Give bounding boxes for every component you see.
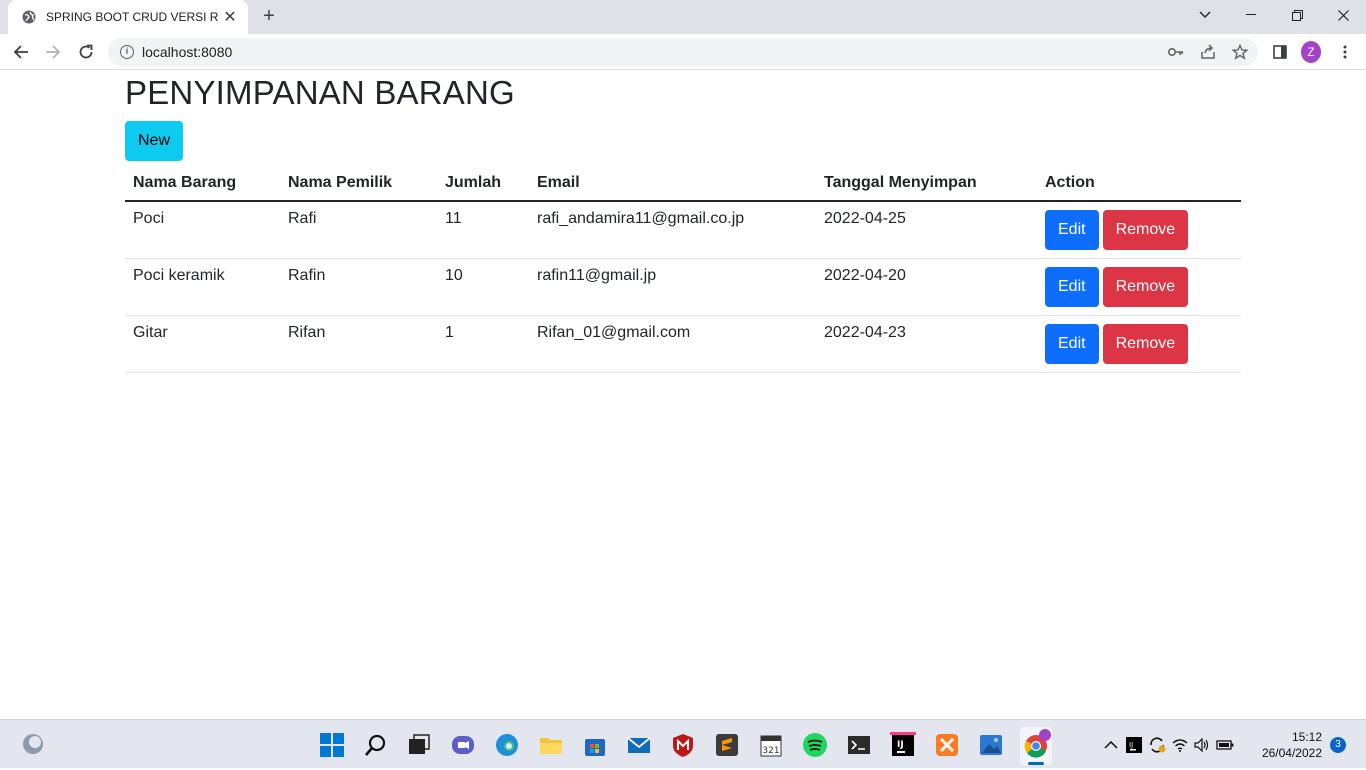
sync-icon[interactable] bbox=[1148, 736, 1172, 754]
cell-tanggal: 2022-04-20 bbox=[816, 258, 1037, 316]
mail-icon[interactable] bbox=[626, 732, 652, 758]
remove-button[interactable]: Remove bbox=[1102, 210, 1189, 250]
column-header: Jumlah bbox=[437, 167, 529, 202]
globe-icon bbox=[22, 10, 36, 24]
chrome-taskbar-icon[interactable] bbox=[1020, 727, 1052, 765]
remove-button[interactable]: Remove bbox=[1102, 267, 1189, 307]
cell-jumlah: 1 bbox=[437, 315, 529, 373]
side-panel-icon[interactable] bbox=[1270, 42, 1290, 62]
edge-icon[interactable] bbox=[494, 732, 520, 758]
task-view-icon[interactable] bbox=[406, 732, 432, 758]
address-bar[interactable]: i localhost:8080 bbox=[108, 38, 1258, 66]
cell-action: Edit Remove bbox=[1037, 315, 1241, 373]
site-info-icon[interactable]: i bbox=[120, 45, 134, 59]
close-window-icon[interactable] bbox=[1320, 0, 1366, 30]
store-icon[interactable] bbox=[582, 732, 608, 758]
cell-email: rafin11@gmail.jp bbox=[529, 258, 816, 316]
url-text: localhost:8080 bbox=[142, 44, 233, 60]
system-tray: IJ bbox=[1104, 720, 1238, 769]
menu-dots-icon[interactable] bbox=[1335, 42, 1355, 62]
page-title: PENYIMPANAN BARANG bbox=[125, 74, 515, 111]
cell-nama-barang: Gitar bbox=[125, 315, 280, 373]
battery-icon[interactable] bbox=[1216, 739, 1238, 751]
reload-icon[interactable] bbox=[73, 39, 99, 65]
terminal-icon[interactable] bbox=[846, 732, 872, 758]
volume-icon[interactable] bbox=[1194, 737, 1216, 752]
spotify-icon[interactable] bbox=[802, 732, 828, 758]
system-clock[interactable]: 15:12 26/04/2022 bbox=[1262, 729, 1322, 761]
intellij-tray-icon[interactable]: IJ bbox=[1126, 736, 1148, 753]
taskbar: 321 IJ IJ 15:12 26/04/2022 3 bbox=[0, 719, 1366, 768]
cell-jumlah: 10 bbox=[437, 258, 529, 316]
back-arrow-icon[interactable] bbox=[8, 39, 34, 65]
photos-icon[interactable] bbox=[978, 732, 1004, 758]
bookmark-star-icon[interactable] bbox=[1230, 42, 1250, 62]
column-header: Email bbox=[529, 167, 816, 202]
forward-arrow-icon[interactable] bbox=[40, 39, 66, 65]
clock-time: 15:12 bbox=[1291, 730, 1322, 744]
cell-nama-pemilik: Rafi bbox=[280, 201, 437, 259]
edit-button[interactable]: Edit bbox=[1045, 210, 1099, 250]
intellij-icon[interactable]: IJ bbox=[890, 732, 916, 758]
new-tab-button[interactable]: + bbox=[258, 6, 280, 28]
main-container: PENYIMPANAN BARANG New Nama Barang Nama … bbox=[125, 71, 1241, 373]
column-header: Nama Pemilik bbox=[280, 167, 437, 202]
new-button[interactable]: New bbox=[125, 121, 184, 161]
table-header-row: Nama Barang Nama Pemilik Jumlah Email Ta… bbox=[125, 167, 1241, 202]
search-icon[interactable] bbox=[363, 732, 389, 758]
key-icon[interactable] bbox=[1166, 42, 1186, 62]
svg-text:321: 321 bbox=[762, 746, 779, 756]
mcafee-icon[interactable] bbox=[670, 732, 696, 758]
wifi-icon[interactable] bbox=[1172, 738, 1194, 752]
column-header: Tanggal Menyimpan bbox=[816, 167, 1037, 202]
cell-nama-pemilik: Rafin bbox=[280, 258, 437, 316]
start-windows-icon[interactable] bbox=[319, 732, 345, 758]
clock-date: 26/04/2022 bbox=[1261, 746, 1322, 760]
calendar-app-icon[interactable]: 321 bbox=[758, 732, 784, 758]
edit-button[interactable]: Edit bbox=[1045, 324, 1099, 364]
close-tab-icon[interactable]: ✕ bbox=[222, 7, 238, 27]
page-content: PENYIMPANAN BARANG New Nama Barang Nama … bbox=[0, 71, 1366, 719]
edit-button[interactable]: Edit bbox=[1045, 267, 1099, 307]
cell-tanggal: 2022-04-23 bbox=[816, 315, 1037, 373]
column-header: Action bbox=[1037, 167, 1241, 202]
remove-button[interactable]: Remove bbox=[1102, 324, 1189, 364]
profile-avatar[interactable]: Z bbox=[1301, 41, 1321, 63]
browser-toolbar: i localhost:8080 Z bbox=[0, 34, 1366, 70]
tab-strip: SPRING BOOT CRUD VERSI RAFI ✕ + bbox=[0, 0, 1366, 34]
cell-tanggal: 2022-04-25 bbox=[816, 201, 1037, 259]
table-row: Gitar Rifan 1 Rifan_01@gmail.com 2022-04-23 E… bbox=[125, 315, 1241, 373]
cell-jumlah: 11 bbox=[437, 201, 529, 259]
table-row: Poci Rafi 11 rafi_andamira11@gmail.co.jp 202… bbox=[125, 201, 1241, 259]
cell-action: Edit Remove bbox=[1037, 258, 1241, 316]
table-row: Poci keramik Rafin 10 rafin11@gmail.jp 2022-… bbox=[125, 258, 1241, 316]
cell-action: Edit Remove bbox=[1037, 201, 1241, 259]
share-icon[interactable] bbox=[1198, 42, 1218, 62]
cell-nama-barang: Poci keramik bbox=[125, 258, 280, 316]
profile-initial: Z bbox=[1301, 41, 1321, 63]
xampp-icon[interactable] bbox=[934, 732, 960, 758]
sublime-text-icon[interactable] bbox=[714, 732, 740, 758]
cell-email: Rifan_01@gmail.com bbox=[529, 315, 816, 373]
svg-text:IJ: IJ bbox=[1129, 741, 1133, 749]
minimize-icon[interactable] bbox=[1228, 0, 1274, 30]
restore-icon[interactable] bbox=[1274, 0, 1320, 30]
column-header: Nama Barang bbox=[125, 167, 280, 202]
browser-tab[interactable]: SPRING BOOT CRUD VERSI RAFI ✕ bbox=[8, 0, 248, 34]
cell-email: rafi_andamira11@gmail.co.jp bbox=[529, 201, 816, 259]
items-table: Nama Barang Nama Pemilik Jumlah Email Ta… bbox=[125, 167, 1241, 373]
chat-icon[interactable] bbox=[450, 732, 476, 758]
widgets-icon[interactable] bbox=[20, 731, 46, 757]
file-explorer-icon[interactable] bbox=[538, 732, 564, 758]
notification-badge[interactable]: 3 bbox=[1330, 737, 1346, 753]
cell-nama-pemilik: Rifan bbox=[280, 315, 437, 373]
chevron-up-icon[interactable] bbox=[1104, 740, 1122, 749]
cell-nama-barang: Poci bbox=[125, 201, 280, 259]
svg-text:IJ: IJ bbox=[897, 740, 904, 750]
tab-title: SPRING BOOT CRUD VERSI RAFI bbox=[46, 10, 218, 24]
tab-search-icon[interactable] bbox=[1182, 0, 1228, 30]
